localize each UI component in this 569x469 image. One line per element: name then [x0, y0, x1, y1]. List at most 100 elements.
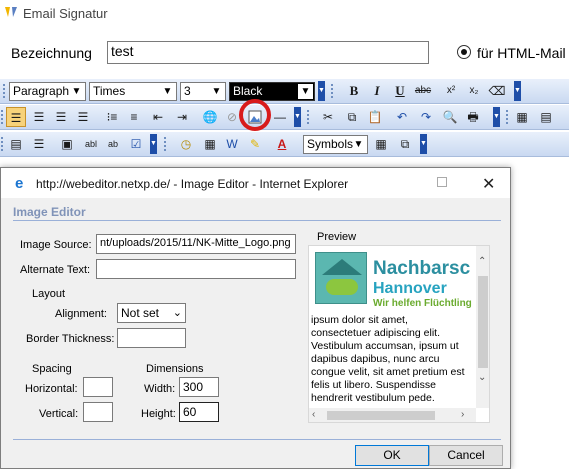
window-titlebar: Email Signatur — [0, 0, 569, 28]
cancel-button[interactable]: Cancel — [429, 445, 503, 466]
html-mail-label: für HTML-Mail — [477, 45, 566, 61]
width-input[interactable]: 300 — [179, 377, 219, 397]
align-justify-icon[interactable]: ☰ — [73, 107, 93, 127]
alternate-text-input[interactable] — [96, 259, 296, 279]
alignment-select-value: Not set — [121, 306, 160, 320]
align-left-icon[interactable]: ☰ — [6, 107, 26, 127]
word-icon[interactable]: W — [222, 134, 242, 154]
image-editor-dialog: e http://webeditor.netxp.de/ - Image Edi… — [0, 167, 511, 469]
font-color-icon[interactable]: A — [272, 134, 292, 154]
bold-button[interactable]: B — [344, 81, 364, 101]
toolbar-overflow-icon[interactable]: ▼ — [420, 134, 427, 154]
strikethrough-button[interactable]: abc — [413, 81, 433, 101]
special-chars-icon[interactable]: ▦ — [371, 134, 391, 154]
toolbar-grip[interactable] — [505, 108, 510, 127]
format-select[interactable]: Paragraph ▼ — [9, 82, 86, 101]
chevron-down-icon: ▼ — [71, 86, 82, 97]
close-icon[interactable]: ✕ — [482, 174, 495, 194]
italic-button[interactable]: I — [367, 81, 387, 101]
image-source-input[interactable]: nt/uploads/2015/11/NK-Mitte_Logo.png — [96, 234, 296, 254]
nachbarschaft-logo — [315, 252, 367, 304]
hyperlink-icon[interactable]: 🌐 — [200, 107, 220, 127]
align-right-icon[interactable]: ☰ — [51, 107, 71, 127]
toolbar-grip[interactable] — [330, 82, 335, 101]
form-icon[interactable]: ▤ — [6, 134, 26, 154]
chevron-down-icon[interactable]: ⌄ — [478, 372, 486, 383]
scroll-thumb[interactable] — [327, 411, 435, 420]
preview-vertical-scrollbar[interactable]: ⌃ ⌄ — [476, 246, 489, 408]
subscript-button[interactable]: x₂ — [464, 81, 484, 101]
toolbar-overflow-icon[interactable]: ▼ — [493, 107, 500, 127]
image-source-label: Image Source: — [20, 239, 92, 251]
clock-icon[interactable]: ◷ — [176, 134, 196, 154]
alignment-select[interactable]: Not set ⌄ — [117, 303, 186, 323]
print-preview-icon[interactable]: 🔍 — [440, 107, 460, 127]
template-icon[interactable]: ⧉ — [395, 134, 415, 154]
highlight-color-icon[interactable]: ✎ — [245, 134, 265, 154]
copy-icon[interactable]: ⧉ — [342, 107, 362, 127]
toolbar-overflow-icon[interactable]: ▼ — [514, 81, 521, 101]
border-thickness-input[interactable] — [117, 328, 186, 348]
numbered-list-icon[interactable]: ≡ — [124, 107, 144, 127]
toolbar-grip[interactable] — [0, 108, 5, 127]
textarea-icon[interactable]: ab — [103, 134, 123, 154]
maximize-icon[interactable] — [437, 177, 447, 187]
align-center-icon[interactable]: ☰ — [29, 107, 49, 127]
textfield-icon[interactable]: abl — [81, 134, 101, 154]
toolbar-grip[interactable] — [306, 108, 311, 127]
vertical-spacing-input[interactable] — [83, 402, 113, 422]
size-select[interactable]: 3 ▼ — [180, 82, 226, 101]
preview-logo-city: Hannover — [373, 280, 447, 297]
chevron-left-icon[interactable]: ‹ — [312, 409, 315, 420]
paste-icon[interactable]: 📋 — [365, 107, 385, 127]
horizontal-spacing-input[interactable] — [83, 377, 113, 397]
preview-pane[interactable]: Nachbarsc Hannover Wir helfen Flüchtling… — [308, 245, 490, 423]
preview-logo-title: Nachbarsc — [373, 258, 471, 279]
highlight-annotation-circle — [239, 99, 271, 131]
bullet-list-icon[interactable]: ⁝≡ — [102, 107, 122, 127]
scroll-thumb[interactable] — [478, 276, 488, 368]
horizontal-rule-icon[interactable]: ― — [270, 107, 290, 127]
toolbar-row-2: ☰ ☰ ☰ ☰ ⁝≡ ≡ ⇤ ⇥ 🌐 ⊘ ― ▼ ✂ ⧉ 📋 ↶ ↷ 🔍 🖶 ▼… — [0, 105, 569, 130]
font-select[interactable]: Times ▼ — [89, 82, 177, 101]
calendar-icon[interactable]: ▦ — [200, 134, 220, 154]
symbols-select[interactable]: Symbols ▼ — [303, 135, 368, 154]
eraser-icon[interactable]: ⌫ — [487, 81, 507, 101]
toolbar-overflow-icon[interactable]: ▼ — [294, 107, 301, 127]
color-select[interactable]: Black ▼ — [229, 82, 315, 101]
preview-horizontal-scrollbar[interactable]: ‹ › — [309, 408, 476, 422]
toolbar-grip[interactable] — [163, 135, 168, 154]
divider — [13, 220, 501, 221]
alternate-text-label: Alternate Text: — [20, 264, 91, 276]
chevron-right-icon[interactable]: › — [461, 409, 464, 420]
print-icon[interactable]: 🖶 — [463, 107, 483, 127]
table-icon[interactable]: ▦ — [512, 107, 532, 127]
underline-button[interactable]: U — [390, 81, 410, 101]
color-select-value: Black — [233, 84, 263, 98]
toolbar-grip[interactable] — [2, 82, 7, 101]
chevron-up-icon[interactable]: ⌃ — [478, 256, 486, 267]
preview-label: Preview — [317, 231, 357, 243]
alignment-label: Alignment: — [55, 308, 107, 320]
border-thickness-label: Border Thickness: — [26, 333, 115, 345]
toolbar-grip[interactable] — [0, 135, 5, 154]
ok-button[interactable]: OK — [355, 445, 429, 466]
undo-icon[interactable]: ↶ — [392, 107, 412, 127]
bezeichnung-input[interactable]: test — [107, 41, 429, 64]
divider — [13, 439, 501, 440]
layout-group-label: Layout — [32, 288, 66, 300]
superscript-button[interactable]: x² — [441, 81, 461, 101]
checkbox-icon[interactable]: ☑ — [126, 134, 146, 154]
html-mail-radio[interactable] — [457, 45, 471, 59]
cut-icon[interactable]: ✂ — [318, 107, 338, 127]
toolbar-overflow-icon[interactable]: ▼ — [318, 81, 325, 101]
toolbar-overflow-icon[interactable]: ▼ — [150, 134, 157, 154]
form-list-icon[interactable]: ☰ — [29, 134, 49, 154]
table-row-icon[interactable]: ▤ — [536, 107, 556, 127]
redo-icon[interactable]: ↷ — [416, 107, 436, 127]
height-input[interactable]: 60 — [179, 402, 219, 422]
button-icon[interactable]: ▣ — [57, 134, 77, 154]
font-select-value: Times — [93, 84, 126, 98]
indent-icon[interactable]: ⇥ — [172, 107, 192, 127]
outdent-icon[interactable]: ⇤ — [148, 107, 168, 127]
